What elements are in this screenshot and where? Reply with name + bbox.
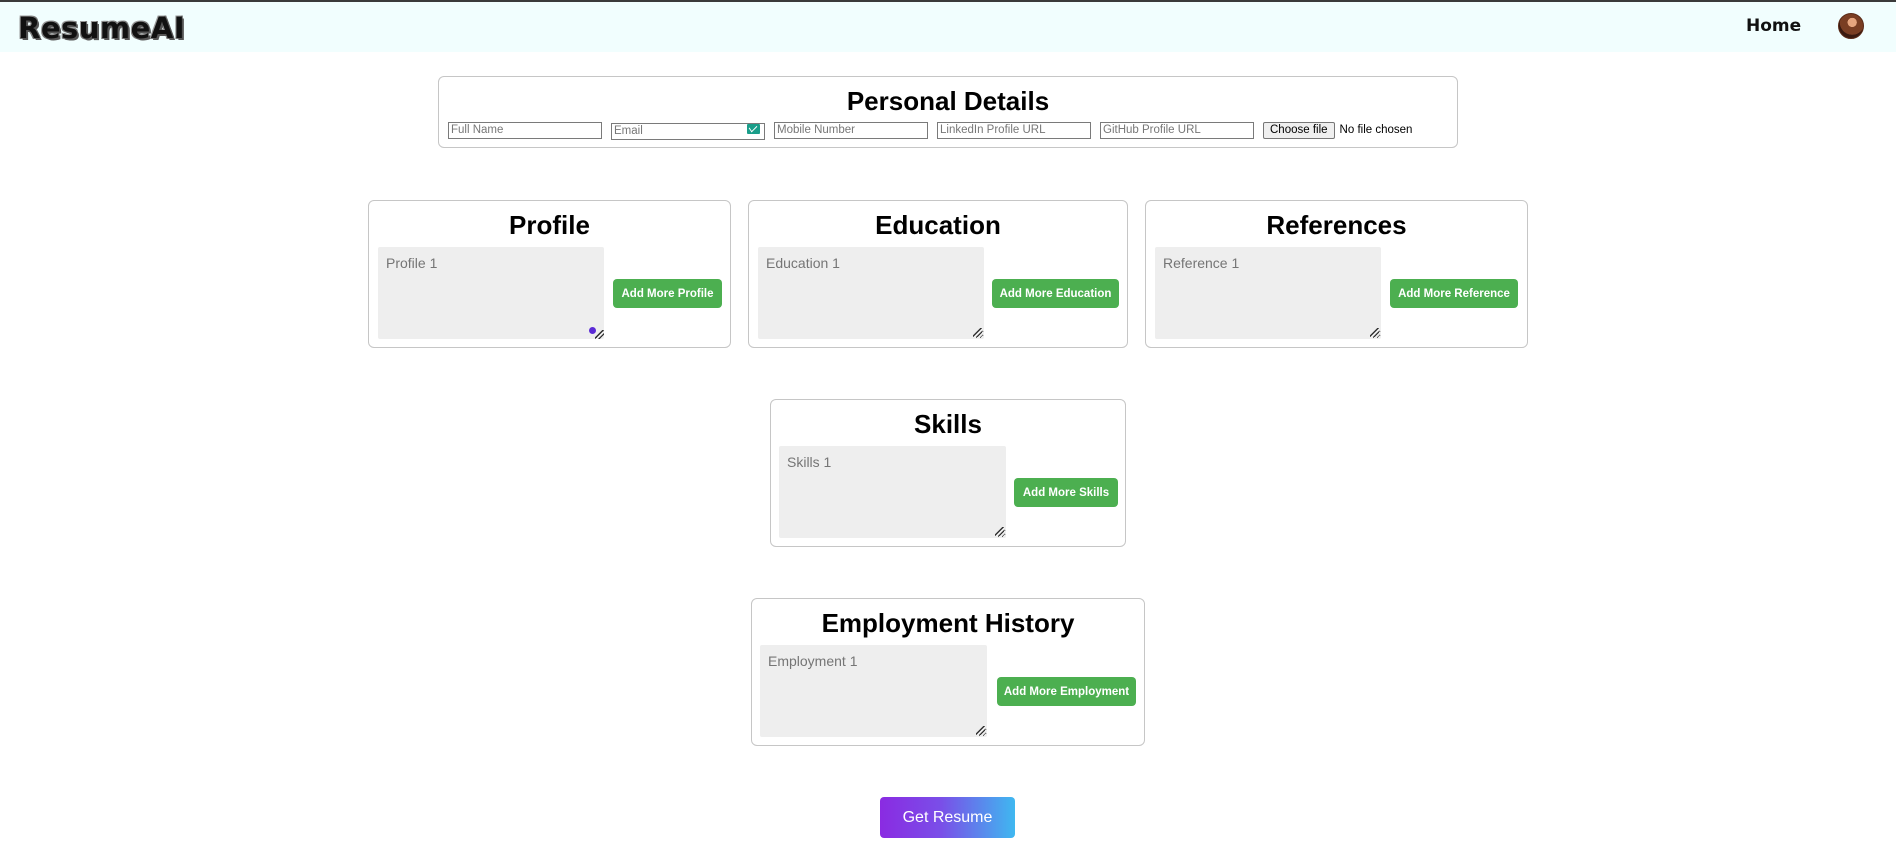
resize-handle-icon[interactable] [1370, 328, 1379, 337]
skills-textarea[interactable] [779, 446, 1006, 538]
education-card: Education Add More Education [748, 200, 1128, 348]
profile-title: Profile [509, 210, 590, 240]
choose-file-button[interactable]: Choose file [1263, 121, 1335, 139]
education-textarea[interactable] [758, 247, 984, 339]
get-resume-button[interactable]: Get Resume [880, 797, 1015, 838]
resize-handle-icon[interactable] [973, 328, 982, 337]
profile-card: Profile Add More Profile [368, 200, 731, 348]
email-input[interactable] [611, 122, 765, 140]
employment-history-title: Employment History [821, 608, 1075, 638]
github-url-input[interactable] [1100, 121, 1254, 139]
skills-card: Skills Add More Skills [770, 399, 1126, 547]
navbar: ResumeAI Home [0, 2, 1896, 52]
linkedin-url-input[interactable] [937, 121, 1091, 139]
full-name-input[interactable] [448, 121, 602, 139]
skills-title: Skills [914, 409, 982, 439]
personal-details-title: Personal Details [846, 86, 1050, 116]
resize-handle-icon[interactable] [995, 527, 1004, 536]
resize-handle-icon[interactable] [976, 726, 985, 735]
nav-home-link[interactable]: Home [1746, 16, 1801, 36]
add-more-skills-button[interactable]: Add More Skills [1014, 478, 1118, 507]
add-more-reference-button[interactable]: Add More Reference [1390, 279, 1518, 308]
references-title: References [1266, 210, 1407, 240]
add-more-education-button[interactable]: Add More Education [992, 279, 1119, 308]
add-more-employment-button[interactable]: Add More Employment [997, 677, 1136, 706]
references-card: References Add More Reference [1145, 200, 1528, 348]
resize-handle-icon[interactable] [595, 330, 604, 339]
personal-details-card: Personal Details Choose file No file cho… [438, 76, 1458, 148]
employment-textarea[interactable] [760, 645, 987, 737]
logo[interactable]: ResumeAI [18, 11, 185, 45]
email-field-wrapper [611, 121, 765, 140]
user-avatar[interactable] [1838, 13, 1864, 39]
file-status-text: No file chosen [1339, 124, 1413, 137]
mobile-number-input[interactable] [774, 121, 928, 139]
email-autofill-icon[interactable] [747, 124, 760, 134]
education-title: Education [875, 210, 1001, 240]
employment-history-card: Employment History Add More Employment [751, 598, 1145, 746]
profile-textarea[interactable] [378, 247, 604, 339]
add-more-profile-button[interactable]: Add More Profile [613, 279, 722, 308]
personal-details-fields: Choose file No file chosen [448, 121, 1412, 140]
references-textarea[interactable] [1155, 247, 1381, 339]
